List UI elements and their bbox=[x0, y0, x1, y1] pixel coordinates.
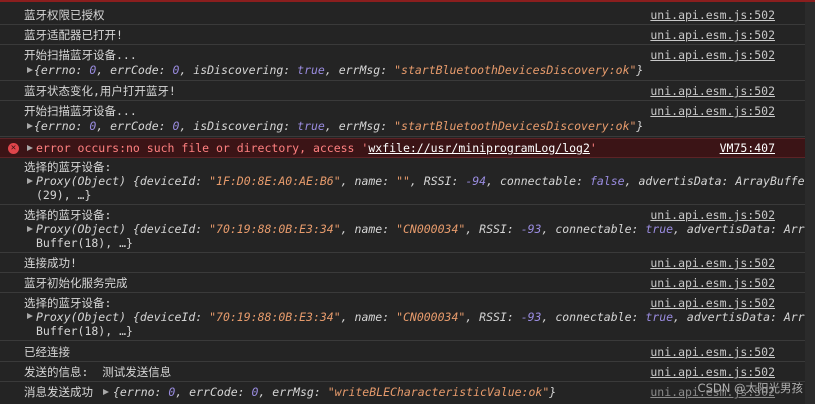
log-row: 开始扫描蓝牙设备... uni.api.esm.js:502 {errno: 0… bbox=[0, 45, 805, 81]
log-message: 蓝牙初始化服务完成 bbox=[24, 276, 128, 290]
log-row: 选择的蓝牙设备: uni.api.esm.js:502 Proxy(Object… bbox=[0, 293, 815, 341]
watermark: CSDN @太阳光男孩 bbox=[697, 381, 803, 395]
log-message: 蓝牙适配器已打开! bbox=[24, 28, 123, 42]
source-link[interactable]: uni.api.esm.js:502 bbox=[650, 84, 775, 99]
log-row: 选择的蓝牙设备: uni.api.esm.js:502 Proxy(Object… bbox=[0, 206, 815, 253]
devtools-console: 蓝牙权限已授权 uni.api.esm.js:502 蓝牙适配器已打开! uni… bbox=[0, 0, 815, 404]
log-row: 消息发送成功 {errno: 0, errCode: 0, errMsg: "w… bbox=[0, 382, 805, 404]
expand-triangle-icon[interactable] bbox=[27, 178, 33, 184]
log-message: 开始扫描蓝牙设备... bbox=[24, 48, 137, 62]
log-row: 蓝牙状态变化,用户打开蓝牙! uni.api.esm.js:502 bbox=[0, 81, 805, 101]
source-link[interactable]: uni.api.esm.js:502 bbox=[650, 276, 775, 291]
source-link[interactable]: uni.api.esm.js:502 bbox=[650, 8, 775, 23]
log-message: 开始扫描蓝牙设备... bbox=[24, 104, 137, 118]
error-icon: ✕ bbox=[8, 143, 19, 154]
expand-triangle-icon[interactable] bbox=[27, 313, 33, 319]
log-message: 蓝牙权限已授权 bbox=[24, 8, 105, 22]
error-row: ✕ error occurs:no such file or directory… bbox=[0, 138, 805, 158]
log-row: 蓝牙适配器已打开! uni.api.esm.js:502 bbox=[0, 25, 805, 45]
proxy-preview[interactable]: Proxy(Object) {deviceId: "70:19:88:0B:E3… bbox=[36, 222, 815, 237]
proxy-preview-cont: (29), …} bbox=[36, 188, 92, 202]
proxy-preview-cont: Buffer(18), …} bbox=[36, 236, 133, 250]
object-preview[interactable]: {errno: 0, errCode: 0, isDiscovering: tr… bbox=[34, 63, 643, 78]
proxy-preview[interactable]: Proxy(Object) {deviceId: "1F:D0:8E:A0:AE… bbox=[36, 174, 812, 189]
expand-triangle-icon[interactable] bbox=[27, 67, 33, 73]
log-row: 蓝牙权限已授权 uni.api.esm.js:502 bbox=[0, 5, 805, 25]
object-preview[interactable]: {errno: 0, errCode: 0, isDiscovering: tr… bbox=[34, 119, 643, 134]
scrollbar[interactable] bbox=[805, 2, 815, 404]
log-row: 连接成功! uni.api.esm.js:502 bbox=[0, 253, 805, 273]
log-message: 发送的信息: 测试发送信息 bbox=[24, 365, 172, 379]
expand-triangle-icon[interactable] bbox=[103, 389, 109, 395]
log-row: 已经连接 uni.api.esm.js:502 bbox=[0, 342, 805, 362]
source-link[interactable]: uni.api.esm.js:502 bbox=[650, 365, 775, 380]
error-message: error occurs:no such file or directory, … bbox=[36, 141, 597, 155]
object-preview[interactable]: {errno: 0, errCode: 0, errMsg: "writeBLE… bbox=[113, 385, 556, 400]
source-link[interactable]: uni.api.esm.js:502 bbox=[650, 345, 775, 360]
log-message: 选择的蓝牙设备: bbox=[24, 296, 112, 310]
log-message: 连接成功! bbox=[24, 256, 77, 270]
log-message: 蓝牙状态变化,用户打开蓝牙! bbox=[24, 84, 176, 98]
log-message: 选择的蓝牙设备: bbox=[24, 160, 112, 174]
source-link[interactable]: uni.api.esm.js:502 bbox=[650, 48, 775, 63]
log-row: 开始扫描蓝牙设备... uni.api.esm.js:502 {errno: 0… bbox=[0, 101, 805, 137]
expand-triangle-icon[interactable] bbox=[27, 145, 33, 151]
log-message: 消息发送成功 bbox=[24, 385, 93, 399]
log-row: 选择的蓝牙设备: Proxy(Object) {deviceId: "1F:D0… bbox=[0, 158, 812, 205]
log-row: 发送的信息: 测试发送信息 uni.api.esm.js:502 bbox=[0, 362, 805, 382]
proxy-preview-cont: Buffer(18), …} bbox=[36, 324, 133, 338]
source-link[interactable]: VM75:407 bbox=[720, 141, 775, 156]
proxy-preview[interactable]: Proxy(Object) {deviceId: "70:19:88:0B:E3… bbox=[36, 310, 815, 325]
log-message: 选择的蓝牙设备: bbox=[24, 208, 112, 222]
log-row: 蓝牙初始化服务完成 uni.api.esm.js:502 bbox=[0, 273, 805, 293]
expand-triangle-icon[interactable] bbox=[27, 226, 33, 232]
source-link[interactable]: uni.api.esm.js:502 bbox=[650, 104, 775, 119]
expand-triangle-icon[interactable] bbox=[27, 123, 33, 129]
error-file-link[interactable]: wxfile://usr/miniprogramLog/log2 bbox=[368, 141, 590, 155]
source-link[interactable]: uni.api.esm.js:502 bbox=[650, 208, 775, 223]
log-message: 已经连接 bbox=[24, 345, 70, 359]
source-link[interactable]: uni.api.esm.js:502 bbox=[650, 256, 775, 271]
source-link[interactable]: uni.api.esm.js:502 bbox=[650, 28, 775, 43]
source-link[interactable]: uni.api.esm.js:502 bbox=[650, 296, 775, 311]
